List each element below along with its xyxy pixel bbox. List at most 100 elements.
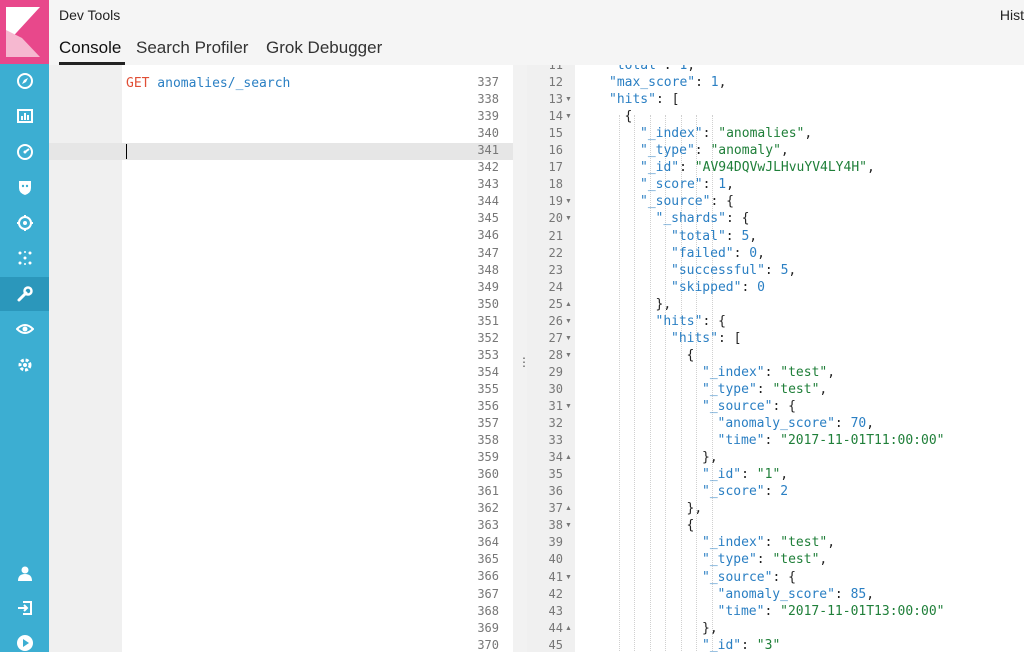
line-number: 363 <box>477 518 499 533</box>
response-code: "_type": "test", <box>702 382 827 397</box>
json-punct: : <box>741 279 758 295</box>
play-icon[interactable] <box>0 626 49 652</box>
fold-toggle-icon[interactable]: ▼ <box>565 403 572 410</box>
response-line: 11 "total": 1, <box>527 65 1024 75</box>
line-number: 357 <box>477 416 499 430</box>
line-number: 351 <box>477 313 499 328</box>
tab-grok-debugger[interactable]: Grok Debugger <box>266 38 382 58</box>
json-punct: : <box>741 637 757 652</box>
logout-icon[interactable] <box>0 591 49 625</box>
gauge-icon[interactable] <box>0 135 49 169</box>
history-link[interactable]: Hist <box>1000 7 1024 23</box>
line-number: 42 <box>548 586 563 601</box>
user-icon[interactable] <box>0 556 49 590</box>
line-number: 30 <box>548 381 563 396</box>
json-punct: : { <box>702 313 726 329</box>
line-number: 13 <box>548 92 563 107</box>
response-line: 12 "max_score": 1, <box>527 75 1024 92</box>
line-number: 12 <box>548 75 563 90</box>
fold-toggle-icon[interactable]: ▼ <box>565 113 572 120</box>
json-punct: : <box>834 416 851 432</box>
line-number: 364 <box>477 535 499 550</box>
bar-chart-icon[interactable] <box>0 99 49 133</box>
cluster-icon[interactable] <box>0 206 49 240</box>
json-number: 1 <box>710 75 719 91</box>
json-punct: }, <box>702 450 718 466</box>
sidebar <box>0 0 49 652</box>
fold-toggle-icon[interactable]: ▼ <box>565 574 572 581</box>
response-code: "_source": { <box>640 194 734 209</box>
shield-icon[interactable] <box>0 170 49 204</box>
response-code: "_id": "AV94DQVwJLHvuYV4LY4H", <box>640 160 875 175</box>
fold-toggle-icon[interactable]: ▼ <box>565 335 572 342</box>
kibana-logo-icon[interactable] <box>0 0 49 64</box>
response-code: "_id": "1", <box>702 467 788 482</box>
fold-toggle-icon[interactable]: ▼ <box>565 198 572 205</box>
ml-icon[interactable] <box>0 241 49 275</box>
response-line: 39 "_index": "test", <box>527 535 1024 552</box>
pane-divider[interactable]: ⋮ <box>513 65 530 652</box>
gear-icon[interactable] <box>0 348 49 382</box>
response-line: 44 ▲}, <box>527 621 1024 638</box>
line-number: 349 <box>477 279 499 294</box>
response-line: 24 "skipped": 0 <box>527 280 1024 297</box>
response-code: "anomaly_score": 70, <box>718 416 875 431</box>
json-punct: : <box>764 364 781 380</box>
line-number: 369 <box>477 620 499 635</box>
response-code: "total": 5, <box>671 229 757 244</box>
response-code: "_index": "test", <box>702 535 835 550</box>
json-key: "hits" <box>609 92 656 108</box>
json-key: "total" <box>671 228 726 244</box>
request-editor[interactable]: 337 338 339 340 341 342 343 344 345 346 347 348 349 3… <box>49 65 513 652</box>
response-code: }, <box>656 297 672 312</box>
unfold-toggle-icon[interactable]: ▲ <box>565 301 572 308</box>
json-punct: : { <box>710 194 734 210</box>
fold-toggle-icon[interactable]: ▼ <box>565 352 572 359</box>
line-number: 23 <box>548 262 563 277</box>
fold-toggle-icon[interactable]: ▼ <box>565 318 572 325</box>
json-punct: : <box>702 126 719 142</box>
unfold-toggle-icon[interactable]: ▲ <box>565 505 572 512</box>
wrench-icon[interactable] <box>0 277 49 311</box>
response-code: "skipped": 0 <box>671 280 765 295</box>
response-editor[interactable]: 11 "total": 1, 12 "max_score": 1, 13 ▼ "hits":… <box>527 65 1024 652</box>
response-line: 26 ▼ "hits": { <box>527 314 1024 331</box>
line-number: 43 <box>548 603 563 618</box>
response-code: "_source": { <box>702 399 796 414</box>
unfold-toggle-icon[interactable]: ▲ <box>565 625 572 632</box>
json-number: 85 <box>850 586 867 602</box>
json-string: "test" <box>780 535 828 551</box>
fold-toggle-icon[interactable]: ▼ <box>565 96 572 103</box>
line-number: 352 <box>477 330 499 345</box>
json-punct: , <box>780 467 789 483</box>
line-number: 365 <box>477 552 499 567</box>
json-key: "failed" <box>671 245 734 261</box>
json-punct: : <box>834 586 851 602</box>
line-number: 16 <box>548 143 563 158</box>
json-punct: { <box>686 518 695 534</box>
response-code: "successful": 5, <box>671 263 796 278</box>
response-code: "_shards": { <box>656 211 750 226</box>
unfold-toggle-icon[interactable]: ▲ <box>565 454 572 461</box>
line-number: 32 <box>548 416 563 431</box>
json-key: "hits" <box>655 313 703 329</box>
tab-console[interactable]: Console <box>59 38 121 58</box>
request-method: GET <box>126 76 150 91</box>
compass-icon[interactable] <box>0 64 49 98</box>
json-string: "2017-11-01T11:00:00" <box>780 433 945 449</box>
fold-toggle-icon[interactable]: ▼ <box>565 522 572 529</box>
fold-toggle-icon[interactable]: ▼ <box>565 215 572 222</box>
response-line: 20 ▼ "_shards": { <box>527 211 1024 228</box>
json-punct: , <box>687 65 696 73</box>
response-code: }, <box>702 450 718 465</box>
line-number: 356 <box>477 398 499 413</box>
tab-search-profiler[interactable]: Search Profiler <box>136 38 248 58</box>
response-code: "_type": "test", <box>702 552 827 567</box>
eye-icon[interactable] <box>0 312 49 346</box>
request-line[interactable]: GET anomalies/_search <box>126 76 290 91</box>
line-number: 20 <box>548 211 563 226</box>
json-key: "_score" <box>640 177 703 193</box>
line-number: 355 <box>477 381 499 396</box>
response-line: 35 "_id": "1", <box>527 467 1024 484</box>
line-number: 342 <box>477 160 499 175</box>
